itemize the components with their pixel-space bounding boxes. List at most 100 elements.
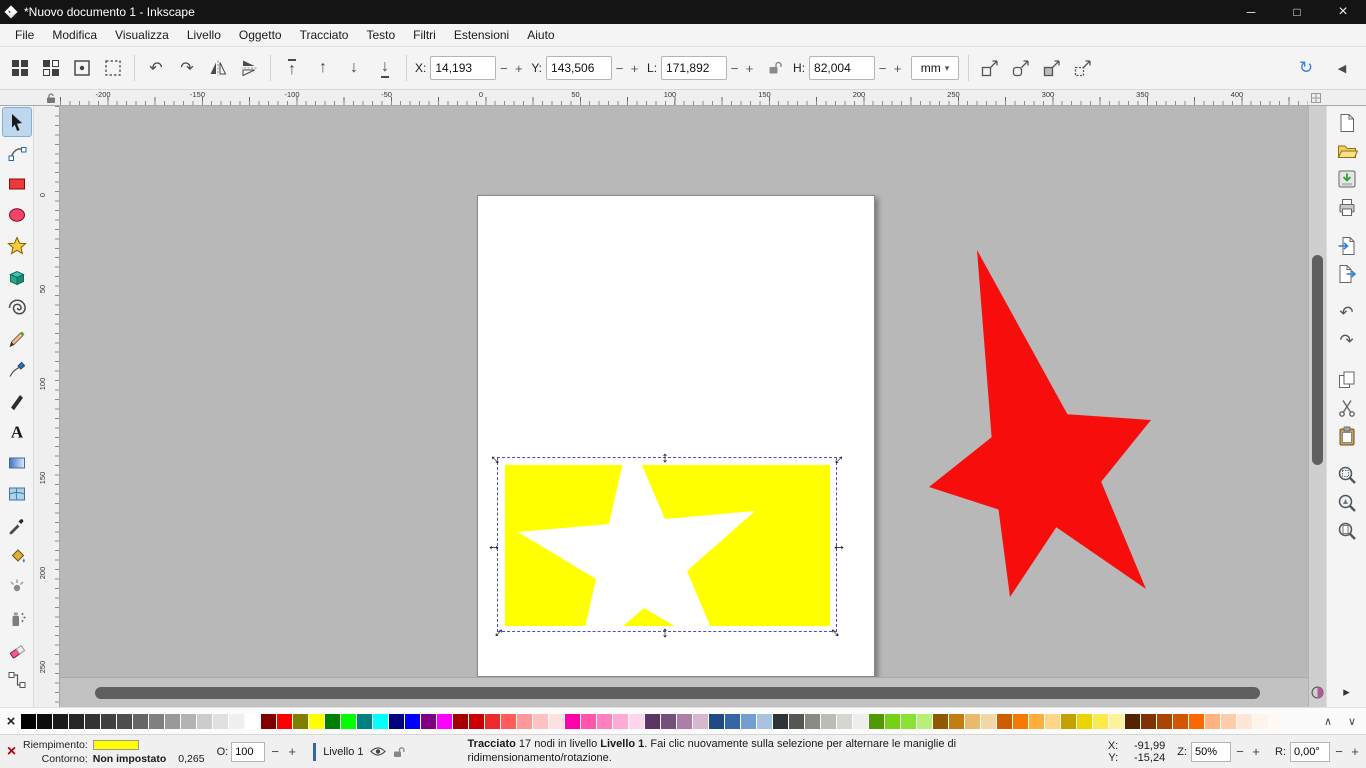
select-all-button[interactable] bbox=[5, 53, 35, 83]
palette-swatch[interactable] bbox=[773, 714, 788, 729]
palette-swatch[interactable] bbox=[1093, 714, 1108, 729]
new-document-button[interactable] bbox=[1333, 110, 1361, 136]
opacity-plus-button[interactable]: + bbox=[285, 744, 299, 759]
palette-swatch[interactable] bbox=[517, 714, 532, 729]
palette-swatch[interactable] bbox=[261, 714, 276, 729]
maximize-button[interactable]: □ bbox=[1274, 0, 1320, 24]
zoom-page-button[interactable] bbox=[1333, 518, 1361, 544]
palette-swatch[interactable] bbox=[341, 714, 356, 729]
snap-bar-collapse-button[interactable]: ◀ bbox=[1327, 53, 1357, 83]
palette-swatch[interactable] bbox=[709, 714, 724, 729]
palette-swatch[interactable] bbox=[245, 714, 260, 729]
fill-stroke-indicator[interactable]: Riempimento: Contorno: Non impostato 0,2… bbox=[23, 739, 205, 765]
tool-text-button[interactable]: A bbox=[2, 417, 32, 447]
resize-handle-left[interactable]: ↔ bbox=[486, 537, 502, 553]
palette-swatch[interactable] bbox=[1109, 714, 1124, 729]
layer-lock-toggle[interactable] bbox=[392, 745, 406, 759]
zoom-input[interactable] bbox=[1191, 742, 1231, 762]
tool-spray-button[interactable] bbox=[2, 603, 32, 633]
tool-pen-button[interactable] bbox=[2, 355, 32, 385]
palette-swatch[interactable] bbox=[469, 714, 484, 729]
resize-handle-bottom[interactable]: ↕ bbox=[657, 624, 673, 640]
tool-gradient-button[interactable] bbox=[2, 448, 32, 478]
menu-item-aiuto[interactable]: Aiuto bbox=[518, 24, 563, 46]
opacity-input[interactable] bbox=[231, 742, 265, 762]
tool-rectangle-button[interactable] bbox=[2, 169, 32, 199]
y-plus-button[interactable]: + bbox=[627, 56, 642, 80]
lock-ratio-button[interactable] bbox=[760, 53, 790, 83]
menu-item-estensioni[interactable]: Estensioni bbox=[445, 24, 518, 46]
palette-swatch[interactable] bbox=[1125, 714, 1140, 729]
palette-swatch[interactable] bbox=[853, 714, 868, 729]
palette-swatch[interactable] bbox=[869, 714, 884, 729]
selection-options-button[interactable] bbox=[98, 53, 128, 83]
minimize-button[interactable]: ─ bbox=[1228, 0, 1274, 24]
palette-swatch[interactable] bbox=[165, 714, 180, 729]
vertical-ruler[interactable]: 050100150200250 bbox=[34, 106, 60, 707]
height-plus-button[interactable]: + bbox=[890, 56, 905, 80]
height-input[interactable] bbox=[809, 56, 875, 80]
palette-swatch[interactable] bbox=[117, 714, 132, 729]
menu-item-visualizza[interactable]: Visualizza bbox=[106, 24, 178, 46]
menu-item-tracciato[interactable]: Tracciato bbox=[291, 24, 358, 46]
palette-swatch[interactable] bbox=[53, 714, 68, 729]
width-minus-button[interactable]: − bbox=[727, 56, 742, 80]
palette-swatch[interactable] bbox=[661, 714, 676, 729]
y-input[interactable] bbox=[546, 56, 612, 80]
y-minus-button[interactable]: − bbox=[612, 56, 627, 80]
palette-swatch[interactable] bbox=[1189, 714, 1204, 729]
flip-vertical-button[interactable] bbox=[234, 53, 264, 83]
tool-mesh-button[interactable] bbox=[2, 479, 32, 509]
palette-swatch[interactable] bbox=[501, 714, 516, 729]
palette-swatch[interactable] bbox=[21, 714, 36, 729]
palette-swatch[interactable] bbox=[885, 714, 900, 729]
height-minus-button[interactable]: − bbox=[875, 56, 890, 80]
x-plus-button[interactable]: + bbox=[511, 56, 526, 80]
palette-swatch[interactable] bbox=[85, 714, 100, 729]
rotation-plus-button[interactable]: + bbox=[1348, 744, 1362, 759]
reset-rotation-button[interactable]: ↻ bbox=[1291, 53, 1321, 83]
scale-gradient-toggle[interactable] bbox=[1037, 53, 1067, 83]
zoom-minus-button[interactable]: − bbox=[1233, 744, 1247, 759]
tool-dropper-button[interactable] bbox=[2, 510, 32, 540]
palette-swatch[interactable] bbox=[213, 714, 228, 729]
palette-swatch[interactable] bbox=[357, 714, 372, 729]
palette-scroll-up-button[interactable]: ∧ bbox=[1317, 715, 1339, 728]
palette-swatch[interactable] bbox=[197, 714, 212, 729]
palette-swatch[interactable] bbox=[821, 714, 836, 729]
raise-button[interactable]: ↑ bbox=[308, 53, 338, 83]
palette-swatch[interactable] bbox=[101, 714, 116, 729]
palette-swatch[interactable] bbox=[373, 714, 388, 729]
palette-swatch[interactable] bbox=[1253, 714, 1268, 729]
scale-pattern-toggle[interactable] bbox=[1068, 53, 1098, 83]
palette-swatch[interactable] bbox=[1045, 714, 1060, 729]
menu-item-filtri[interactable]: Filtri bbox=[404, 24, 445, 46]
fill-color-swatch[interactable] bbox=[93, 740, 139, 750]
resize-handle-top[interactable]: ↕ bbox=[657, 449, 673, 465]
raise-to-top-button[interactable]: ↑ bbox=[277, 53, 307, 83]
ruler-corner[interactable] bbox=[0, 90, 60, 106]
rotate-cw-button[interactable]: ↷ bbox=[172, 53, 202, 83]
flip-horizontal-button[interactable] bbox=[203, 53, 233, 83]
tool-spiral-button[interactable] bbox=[2, 293, 32, 323]
redo-button[interactable]: ↷ bbox=[1333, 328, 1361, 354]
palette-swatch[interactable] bbox=[917, 714, 932, 729]
color-managed-display-toggle[interactable] bbox=[1309, 677, 1326, 707]
horizontal-scrollbar[interactable] bbox=[60, 677, 1308, 707]
lower-button[interactable]: ↓ bbox=[339, 53, 369, 83]
zoom-plus-button[interactable]: + bbox=[1249, 744, 1263, 759]
palette-swatch[interactable] bbox=[1221, 714, 1236, 729]
zoom-selection-button[interactable] bbox=[1333, 462, 1361, 488]
vertical-scrollbar-thumb[interactable] bbox=[1312, 255, 1323, 465]
palette-swatch[interactable] bbox=[693, 714, 708, 729]
menu-item-testo[interactable]: Testo bbox=[357, 24, 404, 46]
palette-swatch[interactable] bbox=[277, 714, 292, 729]
undo-button[interactable]: ↶ bbox=[1333, 300, 1361, 326]
x-minus-button[interactable]: − bbox=[496, 56, 511, 80]
tool-calligraphy-button[interactable] bbox=[2, 386, 32, 416]
palette-swatch[interactable] bbox=[645, 714, 660, 729]
deselect-button[interactable] bbox=[67, 53, 97, 83]
star-object[interactable] bbox=[920, 241, 1160, 606]
palette-swatch[interactable] bbox=[549, 714, 564, 729]
palette-swatch[interactable] bbox=[1269, 714, 1284, 729]
